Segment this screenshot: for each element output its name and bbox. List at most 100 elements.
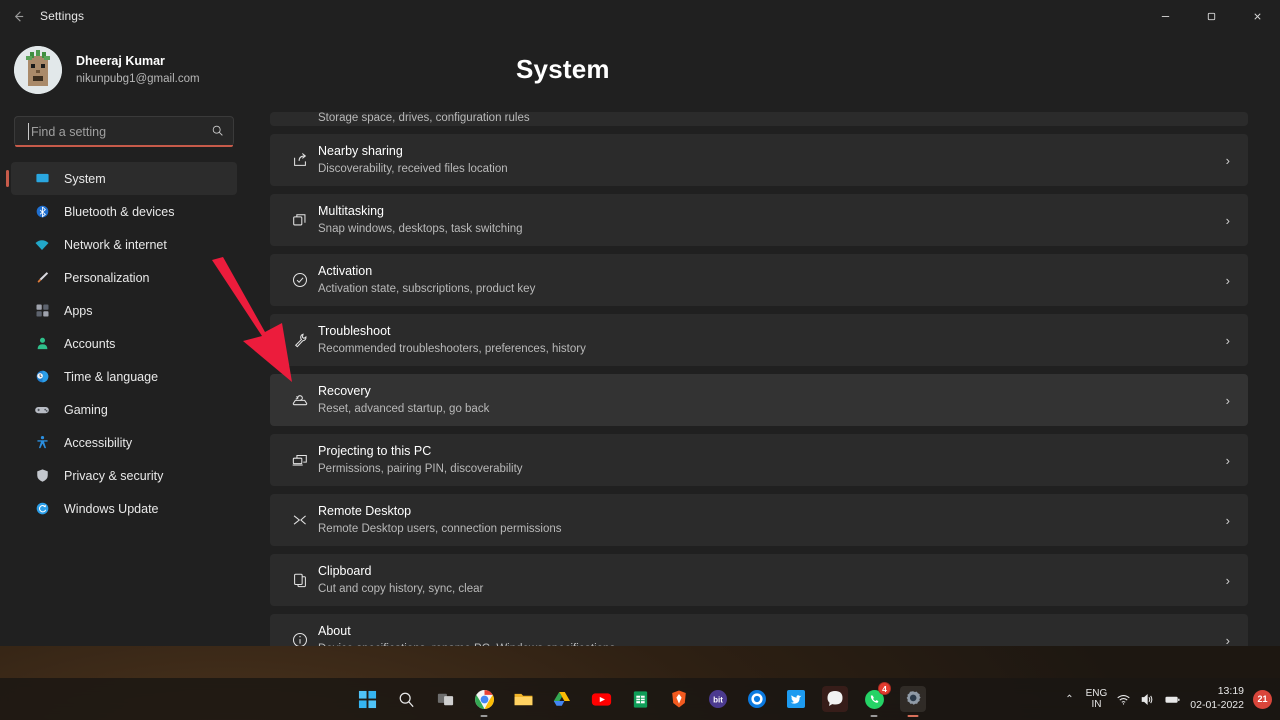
whatsapp-icon[interactable]: 4	[861, 682, 891, 717]
sidebar: Dheeraj Kumar nikunpubg1@gmail.com Find …	[0, 32, 248, 646]
sidebar-item-label: Gaming	[64, 402, 108, 417]
sidebar-item-gaming[interactable]: Gaming	[11, 393, 237, 426]
settings-list[interactable]: Storage space, drives, configuration rul…	[248, 112, 1280, 646]
paintbrush-icon	[31, 270, 53, 285]
sidebar-item-bluetooth-devices[interactable]: Bluetooth & devices	[11, 195, 237, 228]
sidebar-item-time-language[interactable]: Time & language	[11, 360, 237, 393]
list-item-subtitle: Storage space, drives, configuration rul…	[318, 112, 530, 124]
clock[interactable]: 13:19 02-01-2022	[1190, 685, 1244, 712]
start-button[interactable]	[354, 686, 380, 712]
twitter-icon[interactable]	[783, 686, 809, 712]
list-item-subtitle: Reset, advanced startup, go back	[318, 402, 490, 415]
running-indicator	[907, 715, 919, 717]
settings-window: Settings Dheeraj Kumar nikunpubg1@gmail.…	[0, 0, 1280, 646]
battery-icon[interactable]	[1164, 692, 1181, 707]
sidebar-item-label: System	[64, 171, 106, 186]
speaker-icon[interactable]	[1140, 692, 1155, 707]
close-button[interactable]	[1234, 0, 1280, 32]
list-item-clipboard[interactable]: Clipboard Cut and copy history, sync, cl…	[270, 554, 1248, 606]
chevron-right-icon[interactable]: ›	[1226, 393, 1232, 408]
list-item-title: Troubleshoot	[318, 324, 391, 339]
list-item-title: Remote Desktop	[318, 504, 412, 519]
chevron-right-icon[interactable]: ›	[1226, 573, 1232, 588]
task-view-button[interactable]	[432, 686, 458, 712]
search-input[interactable]	[15, 124, 233, 139]
list-item-title: Nearby sharing	[318, 144, 403, 159]
sidebar-item-personalization[interactable]: Personalization	[11, 261, 237, 294]
chevron-right-icon[interactable]: ›	[1226, 633, 1232, 647]
window-controls	[1142, 0, 1280, 32]
sidebar-item-apps[interactable]: Apps	[11, 294, 237, 327]
list-item-title: Multitasking	[318, 204, 384, 219]
sidebar-nav: System Bluetooth & devices Network & int…	[0, 162, 248, 525]
sidebar-item-accounts[interactable]: Accounts	[11, 327, 237, 360]
info-circle-icon	[282, 631, 318, 646]
clock-date: 02-01-2022	[1190, 699, 1244, 711]
chevron-right-icon[interactable]: ›	[1226, 153, 1232, 168]
list-item-multitasking[interactable]: Multitasking Snap windows, desktops, tas…	[270, 194, 1248, 246]
list-item-remote-desktop[interactable]: Remote Desktop Remote Desktop users, con…	[270, 494, 1248, 546]
sidebar-item-windows-update[interactable]: Windows Update	[11, 492, 237, 525]
wifi-icon	[31, 237, 53, 253]
opera-gx-icon[interactable]	[744, 686, 770, 712]
file-explorer-icon[interactable]	[510, 686, 536, 712]
settings-app-icon[interactable]	[900, 686, 926, 717]
clipboard-icon	[282, 571, 318, 589]
google-drive-icon[interactable]	[549, 686, 575, 712]
window-titlebar: Settings	[0, 0, 1280, 32]
chevron-right-icon[interactable]: ›	[1226, 213, 1232, 228]
notification-center-badge[interactable]: 21	[1253, 689, 1272, 709]
user-profile[interactable]: Dheeraj Kumar nikunpubg1@gmail.com	[0, 32, 248, 96]
list-item-subtitle: Recommended troubleshooters, preferences…	[318, 342, 586, 355]
list-item-about[interactable]: About Device specifications, rename PC, …	[270, 614, 1248, 646]
clock-time: 13:19	[1217, 685, 1244, 698]
minimize-button[interactable]	[1142, 0, 1188, 32]
chevron-right-icon[interactable]: ›	[1226, 513, 1232, 528]
monitor-icon	[31, 171, 53, 186]
list-item-storage-clipped[interactable]: Storage space, drives, configuration rul…	[270, 112, 1248, 126]
list-item-subtitle: Permissions, pairing PIN, discoverabilit…	[318, 462, 523, 475]
list-item-subtitle: Remote Desktop users, connection permiss…	[318, 522, 562, 535]
list-item-troubleshoot[interactable]: Troubleshoot Recommended troubleshooters…	[270, 314, 1248, 366]
chevron-right-icon[interactable]: ›	[1226, 453, 1232, 468]
sidebar-item-label: Accounts	[64, 336, 116, 351]
share-icon	[282, 151, 318, 169]
brave-browser-icon[interactable]	[666, 686, 692, 712]
google-sheets-icon[interactable]	[627, 686, 653, 712]
wrench-icon	[282, 331, 318, 349]
shield-icon	[31, 468, 53, 483]
sidebar-item-label: Apps	[64, 303, 93, 318]
back-arrow-icon[interactable]	[0, 0, 36, 32]
list-item-nearby-sharing[interactable]: Nearby sharing Discoverability, received…	[270, 134, 1248, 186]
list-item-subtitle: Device specifications, rename PC, Window…	[318, 642, 1226, 646]
sidebar-item-network-internet[interactable]: Network & internet	[11, 228, 237, 261]
messenger-icon[interactable]	[822, 686, 848, 712]
list-item-recovery[interactable]: Recovery Reset, advanced startup, go bac…	[270, 374, 1248, 426]
sidebar-item-privacy-security[interactable]: Privacy & security	[11, 459, 237, 492]
search-box[interactable]	[14, 116, 234, 147]
wifi-icon[interactable]	[1116, 692, 1131, 707]
search-icon[interactable]	[211, 124, 224, 142]
language-indicator[interactable]: ENG IN	[1086, 688, 1108, 711]
list-item-projecting-to-this-pc[interactable]: Projecting to this PC Permissions, pairi…	[270, 434, 1248, 486]
google-chrome-icon[interactable]	[471, 686, 497, 717]
search-focus-underline	[15, 145, 233, 147]
clock-globe-icon	[31, 369, 53, 384]
main-content: System Storage space, drives, configurat…	[248, 32, 1280, 646]
chevron-right-icon[interactable]: ›	[1226, 333, 1232, 348]
youtube-icon[interactable]	[588, 686, 614, 712]
sidebar-item-accessibility[interactable]: Accessibility	[11, 426, 237, 459]
list-item-activation[interactable]: Activation Activation state, subscriptio…	[270, 254, 1248, 306]
chevron-right-icon[interactable]: ›	[1226, 273, 1232, 288]
restore-button[interactable]	[1188, 0, 1234, 32]
person-icon	[31, 336, 53, 351]
sidebar-item-label: Privacy & security	[64, 468, 164, 483]
sidebar-item-system[interactable]: System	[6, 162, 237, 195]
sidebar-item-label: Windows Update	[64, 501, 159, 516]
bit-app-icon[interactable]: bit	[705, 686, 731, 712]
svg-text:bit: bit	[713, 695, 723, 704]
chevron-up-icon[interactable]: ⌃	[1062, 694, 1076, 705]
avatar	[14, 46, 62, 94]
multitasking-icon	[282, 211, 318, 229]
search-taskbar-button[interactable]	[393, 686, 419, 712]
